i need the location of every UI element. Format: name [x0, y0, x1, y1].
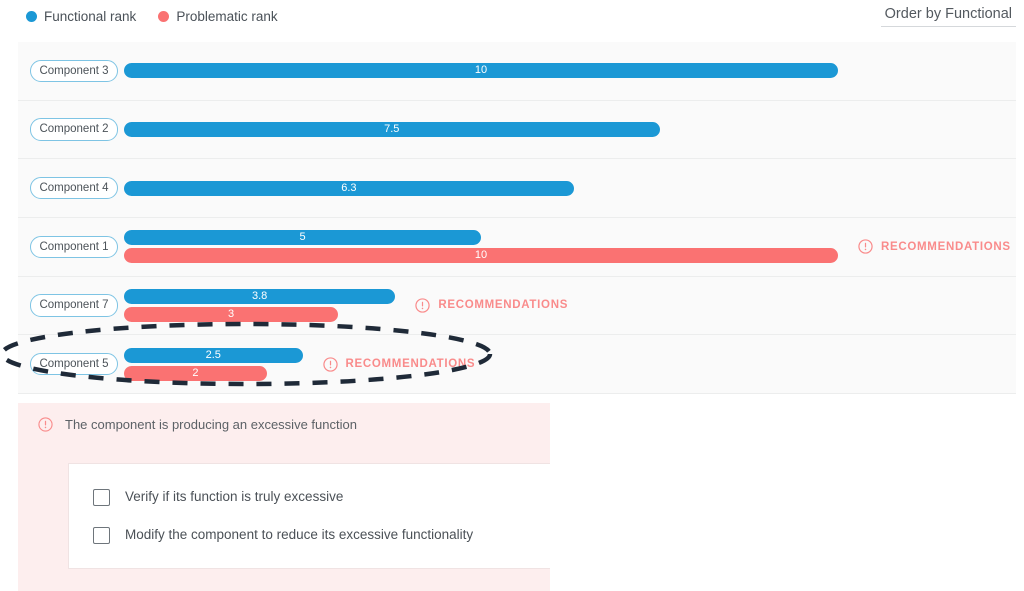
recommendations-flag-label: RECOMMENDATIONS: [345, 358, 476, 371]
checkbox-modify-component[interactable]: [93, 526, 110, 544]
exclamation-circle-icon: [415, 298, 430, 313]
page-bottom-background: [550, 394, 1024, 591]
chart-row[interactable]: Component 5 2.5 2 RECOMMENDATIONS: [18, 335, 1016, 394]
chart-row-label[interactable]: Component 1: [30, 235, 118, 258]
chart-row[interactable]: Component 1 5 10 RECOMMENDATIONS: [18, 218, 1016, 277]
legend-label-functional: Functional rank: [44, 9, 137, 24]
bar-value-label: 3: [228, 307, 235, 320]
bar-value-label: 5: [299, 231, 306, 244]
chart-right-gutter: [1016, 42, 1024, 394]
recommendation-option-label: Modify the component to reduce its exces…: [125, 527, 474, 543]
recommendation-option-label: Verify if its function is truly excessiv…: [125, 489, 344, 505]
chart-row[interactable]: Component 2 7.5: [18, 101, 1016, 160]
bar-functional-rank[interactable]: 5: [124, 230, 481, 246]
recommendation-option-row[interactable]: Modify the component to reduce its exces…: [69, 516, 550, 554]
bar-value-label: 2: [192, 366, 199, 379]
exclamation-circle-icon: [858, 239, 873, 254]
bar-problematic-rank[interactable]: 2: [124, 365, 267, 381]
bar-functional-rank[interactable]: 7.5: [124, 121, 660, 137]
chart-row-label[interactable]: Component 4: [30, 176, 118, 200]
chart-row-label[interactable]: Component 7: [30, 294, 118, 317]
chart-row-bars: 7.5: [124, 101, 1016, 159]
recommendations-flag-label: RECOMMENDATIONS: [881, 240, 1011, 253]
exclamation-circle-icon: [38, 417, 53, 432]
chart-left-gutter: [0, 42, 18, 394]
bar-problematic-rank[interactable]: 10: [124, 248, 838, 264]
bar-value-label: 2.5: [205, 348, 221, 361]
chart-row-label[interactable]: Component 2: [30, 118, 118, 141]
recommendation-option-row[interactable]: Verify if its function is truly excessiv…: [69, 478, 550, 516]
chart-header: Functional rank Problematic rank Order b…: [0, 0, 1024, 42]
checkbox-verify-function[interactable]: [93, 488, 110, 506]
order-by-selector[interactable]: Order by Functional: [880, 6, 1016, 27]
bar-problematic-rank[interactable]: 3: [124, 306, 339, 322]
bar-functional-rank[interactable]: 2.5: [124, 347, 303, 363]
chart-row-label[interactable]: Component 5: [30, 352, 118, 376]
chart-row-bars: 2.5 2: [124, 335, 1016, 393]
chart-row[interactable]: Component 7 3.8 3 RECOMMENDATIONS: [18, 277, 1016, 336]
dot-icon: [158, 11, 170, 23]
chart-rows: Component 3 10 Component 2 7.5 Component 4 6.…: [18, 42, 1016, 394]
bar-value-label: 10: [474, 249, 488, 262]
chart-row[interactable]: Component 4 6.3: [18, 159, 1016, 218]
recommendations-flag-label: RECOMMENDATIONS: [438, 299, 569, 312]
bar-functional-rank[interactable]: 10: [124, 63, 838, 79]
bar-value-label: 3.8: [252, 289, 268, 302]
recommendation-title: The component is producing an excessive …: [65, 417, 357, 432]
bar-value-label: 6.3: [341, 181, 357, 194]
chart-row-bars: 6.3: [124, 159, 1016, 217]
legend-item-problematic: Problematic rank: [158, 9, 278, 24]
chart-row-bars: 3.8 3: [124, 277, 1016, 335]
recommendation-panel-header: The component is producing an excessive …: [18, 403, 550, 432]
recommendation-options-card: Verify if its function is truly excessiv…: [68, 463, 550, 569]
recommendations-flag[interactable]: RECOMMENDATIONS: [415, 298, 568, 313]
exclamation-circle-icon: [322, 356, 338, 372]
bar-functional-rank[interactable]: 6.3: [124, 180, 574, 196]
bar-functional-rank[interactable]: 3.8: [124, 288, 396, 304]
legend-label-problematic: Problematic rank: [176, 9, 278, 24]
dot-icon: [26, 11, 37, 23]
recommendations-flag[interactable]: RECOMMENDATIONS: [322, 356, 476, 372]
legend-item-functional: Functional rank: [26, 10, 136, 24]
chart-area: Component 3 10 Component 2 7.5 Component 4 6.…: [0, 42, 1024, 394]
bar-value-label: 10: [474, 64, 488, 77]
recommendation-panel: The component is producing an excessive …: [18, 403, 550, 591]
recommendations-flag[interactable]: RECOMMENDATIONS: [858, 239, 1011, 254]
bar-value-label: 7.5: [384, 122, 400, 135]
chart-row-label[interactable]: Component 3: [30, 59, 118, 83]
chart-row[interactable]: Component 3 10: [18, 42, 1016, 101]
chart-legend: Functional rank Problematic rank: [26, 10, 278, 24]
chart-row-bars: 10: [124, 42, 1016, 100]
